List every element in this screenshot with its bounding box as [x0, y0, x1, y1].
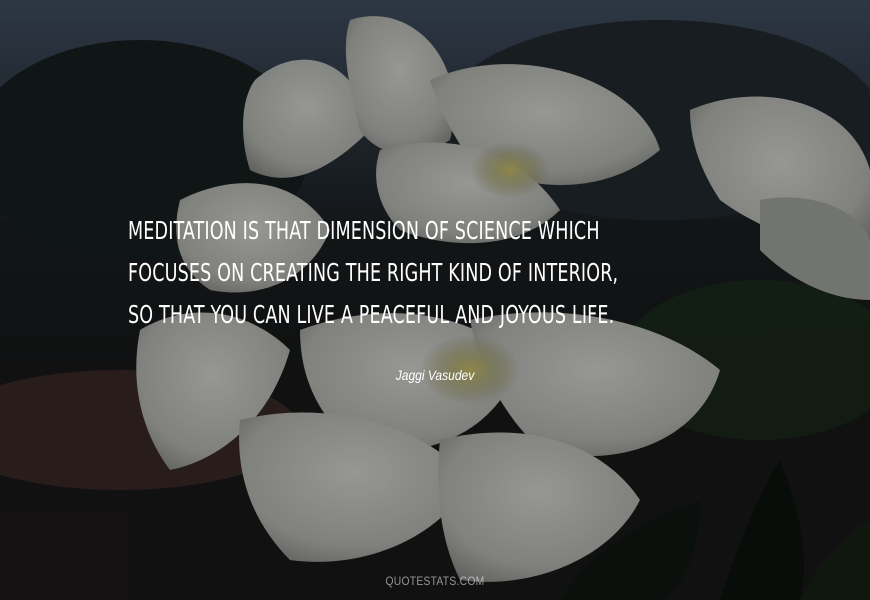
site-watermark: QUOTESTATS.COM — [385, 574, 485, 588]
quote-author: Jaggi Vasudev — [395, 367, 475, 383]
quote-text: MEDITATION IS THAT DIMENSION OF SCIENCE … — [128, 210, 627, 336]
quote-card: MEDITATION IS THAT DIMENSION OF SCIENCE … — [0, 0, 870, 600]
quote-line: FOCUSES ON CREATING THE RIGHT KIND OF IN… — [128, 258, 619, 287]
quote-line: SO THAT YOU CAN LIVE A PEACEFUL AND JOYO… — [128, 300, 615, 329]
quote-line: MEDITATION IS THAT DIMENSION OF SCIENCE … — [128, 216, 600, 245]
